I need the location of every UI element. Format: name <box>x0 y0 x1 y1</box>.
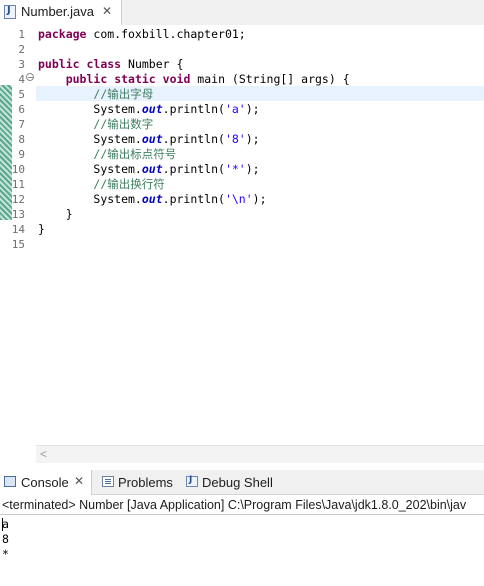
line-number: 11 <box>11 178 25 191</box>
code-text: ); <box>252 192 267 206</box>
line-number: 7 <box>18 118 25 131</box>
code-text: } <box>38 222 45 236</box>
code-line-4: public static void main (String[] args) … <box>38 72 350 87</box>
keyword: static <box>114 72 156 86</box>
keyword: void <box>162 72 191 86</box>
tab-label: Problems <box>118 475 173 490</box>
keyword: public <box>65 72 108 86</box>
code-line-6: System.out.println('a'); <box>38 102 260 117</box>
line-number: 13 <box>11 208 25 221</box>
code-text: System. <box>93 192 142 206</box>
tab-label: Debug Shell <box>202 475 273 490</box>
line-number: 15 <box>11 238 25 251</box>
problems-icon <box>102 476 114 487</box>
code-text: com.foxbill.chapter01; <box>86 27 246 41</box>
code-line-12: System.out.println('\n'); <box>38 192 267 207</box>
editor-tab-number-java[interactable]: Number.java ✕ <box>0 0 122 25</box>
editor-tab-title: Number.java <box>21 4 94 19</box>
line-number: 3 <box>18 58 25 71</box>
close-icon[interactable]: ✕ <box>74 474 84 488</box>
line-number: 12 <box>11 193 25 206</box>
code-line-13: } <box>38 207 73 222</box>
line-number: 1 <box>18 28 25 41</box>
close-icon[interactable]: ✕ <box>102 4 112 18</box>
code-text: .println( <box>162 102 225 116</box>
code-text: ); <box>245 132 260 146</box>
keyword: public <box>38 57 80 71</box>
code-line-14: } <box>38 222 45 237</box>
code-line-11: //输出换行符 <box>38 177 165 192</box>
line-number: 10 <box>11 163 25 176</box>
comment: //输出字母 <box>93 87 154 101</box>
comment: //输出标点符号 <box>93 147 177 161</box>
static-field: out <box>141 162 163 176</box>
editor-tab-bar: Number.java ✕ <box>0 0 484 26</box>
code-line-1: package com.foxbill.chapter01; <box>38 27 246 42</box>
tab-label: Console <box>21 475 69 490</box>
comment: //输出数字 <box>93 117 154 131</box>
debug-shell-icon <box>186 475 198 487</box>
keyword: class <box>86 57 122 71</box>
line-number: 8 <box>18 133 25 146</box>
line-number: 5 <box>18 88 25 101</box>
line-number: 14 <box>11 223 25 236</box>
tab-problems[interactable]: Problems <box>100 470 178 495</box>
code-line-3: public class Number { <box>38 57 183 72</box>
code-editor[interactable]: 1 2 3 4 5 6 7 8 9 10 11 12 13 14 15 − pa… <box>0 25 484 463</box>
fold-toggle-icon[interactable]: − <box>26 73 34 82</box>
console-status-text: <terminated> Number [Java Application] C… <box>2 498 467 512</box>
keyword: package <box>38 27 87 41</box>
line-number: 6 <box>18 103 25 116</box>
code-text: System. <box>93 162 142 176</box>
console-view-tabs: Console ✕ Problems Debug Shell <box>0 470 484 495</box>
tab-console[interactable]: Console ✕ <box>0 470 92 495</box>
char-literal: '8' <box>224 132 246 146</box>
line-number-gutter: 1 2 3 4 5 6 7 8 9 10 11 12 13 14 15 − <box>0 25 36 445</box>
tab-debug-shell[interactable]: Debug Shell <box>184 470 284 495</box>
code-line-7: //输出数字 <box>38 117 153 132</box>
code-text: .println( <box>162 132 225 146</box>
code-text: ); <box>245 102 260 116</box>
char-literal: 'a' <box>224 102 246 116</box>
static-field: out <box>141 102 163 116</box>
code-text: } <box>65 207 73 221</box>
code-text: main (String[] args) { <box>190 72 350 86</box>
code-text: System. <box>93 132 142 146</box>
comment: //输出换行符 <box>93 177 165 191</box>
code-line-8: System.out.println('8'); <box>38 132 260 147</box>
code-line-9: //输出标点符号 <box>38 147 176 162</box>
output-line: 8 <box>2 532 9 546</box>
line-number: 2 <box>18 43 25 56</box>
char-literal: '\n' <box>224 192 253 206</box>
code-line-5: //输出字母 <box>38 87 153 102</box>
console-icon <box>4 476 16 487</box>
code-text: Number { <box>121 57 184 71</box>
line-number: 9 <box>18 148 25 161</box>
console-status-bar: <terminated> Number [Java Application] C… <box>0 495 484 515</box>
horizontal-scrollbar[interactable]: < <box>36 445 484 463</box>
code-text-area[interactable]: package com.foxbill.chapter01; public cl… <box>36 25 484 445</box>
code-text: .println( <box>162 162 225 176</box>
code-text: .println( <box>162 192 225 206</box>
code-line-10: System.out.println('*'); <box>38 162 260 177</box>
java-file-icon <box>4 5 16 19</box>
code-text: ); <box>245 162 260 176</box>
text-cursor <box>2 518 3 531</box>
output-line: a <box>2 517 9 531</box>
output-line: * <box>2 547 9 561</box>
code-text: System. <box>93 102 142 116</box>
char-literal: '*' <box>224 162 246 176</box>
scroll-left-icon[interactable]: < <box>40 447 47 461</box>
line-number: 4 <box>18 73 25 86</box>
static-field: out <box>141 132 163 146</box>
static-field: out <box>141 192 163 206</box>
console-output[interactable]: a 8 * <box>0 516 484 586</box>
